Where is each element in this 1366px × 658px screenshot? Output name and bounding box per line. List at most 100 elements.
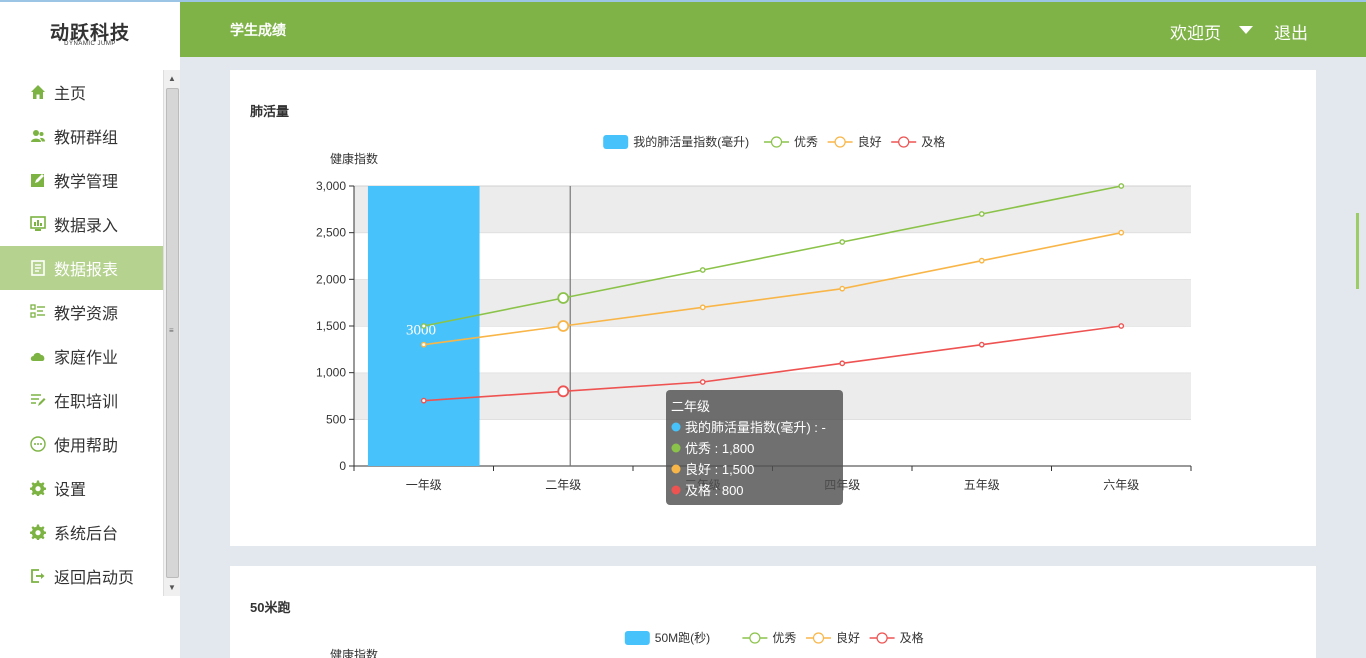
data-point — [839, 360, 846, 367]
sidebar-item-5[interactable]: 教学资源 — [0, 290, 163, 334]
logout-link[interactable]: 退出 — [1274, 19, 1308, 44]
sidebar-item-8[interactable]: 使用帮助 — [0, 422, 163, 466]
sidebar-item-label: 教学管理 — [54, 174, 119, 191]
welcome-link[interactable]: 欢迎页 — [1170, 19, 1221, 44]
legend-swatch-dot — [876, 632, 888, 644]
legend-label: 良好 — [858, 134, 882, 149]
legend-swatch-dot — [898, 136, 910, 148]
legend-label: 良好 — [836, 630, 860, 645]
sidebar-item-4[interactable]: 数据报表 — [0, 246, 163, 290]
sidebar-item-6[interactable]: 家庭作业 — [0, 334, 163, 378]
sidebar-item-label: 系统后台 — [54, 526, 119, 543]
legend-item-0: 50M跑(秒) — [624, 631, 710, 645]
y-tick-label: 3,000 — [316, 179, 346, 193]
legend-label: 及格 — [900, 630, 924, 645]
page-title: 学生成绩 — [230, 22, 286, 38]
top-header: 学生成绩 欢迎页 退出 — [180, 0, 1366, 57]
sidebar-item-label: 数据报表 — [54, 262, 119, 279]
legend-item-1: 优秀 — [764, 135, 818, 149]
data-point — [1118, 183, 1125, 189]
data-point — [557, 320, 570, 332]
tooltip-marker — [671, 443, 681, 453]
scroll-thumb[interactable]: ≡ — [166, 88, 179, 578]
y-axis-label: 健康指数 — [330, 647, 378, 658]
sidebar-item-1[interactable]: 教研群组 — [0, 114, 163, 158]
legend-item-3: 及格 — [891, 134, 945, 149]
exit-icon — [30, 568, 46, 584]
legend-swatch-dot — [812, 632, 825, 644]
data-point — [978, 341, 985, 348]
chart-tooltip: 二年级我的肺活量指数(毫升) : - 优秀 : 1,800 良好 : 1,500 及格… — [666, 390, 843, 505]
sidebar-item-label: 数据录入 — [54, 218, 119, 235]
legend-swatch-dot — [749, 632, 761, 644]
sidebar-item-7[interactable]: 在职培训 — [0, 378, 163, 422]
data-point — [420, 341, 427, 348]
legend-item-2: 良好 — [827, 134, 882, 149]
legend-label: 50M跑(秒) — [655, 631, 710, 645]
scroll-grip-icon: ≡ — [169, 326, 174, 335]
scroll-down-arrow-icon[interactable]: ▼ — [164, 579, 180, 596]
legend-swatch — [624, 631, 650, 645]
sidebar-item-9[interactable]: 设置 — [0, 466, 163, 510]
tooltip-row: 及格 : 800 — [685, 483, 744, 498]
sidebar: 动跃科技 DYNAMIC JUMP 主页教研群组教学管理数据录入数据报表教学资源… — [0, 0, 180, 658]
sidebar-item-label: 家庭作业 — [54, 350, 119, 367]
y-tick-label: 1,000 — [316, 366, 346, 380]
legend-item-2: 良好 — [806, 630, 860, 645]
tooltip-row: 良好 : 1,500 — [685, 462, 754, 477]
y-tick-label: 500 — [326, 412, 346, 426]
tooltip-marker — [671, 485, 681, 495]
data-point — [557, 385, 570, 398]
tooltip-row: 我的肺活量指数(毫升) : - — [685, 420, 826, 435]
y-tick-label: 2,000 — [316, 272, 346, 286]
sidebar-item-3[interactable]: 数据录入 — [0, 202, 163, 246]
lung-capacity-chart[interactable]: 我的肺活量指数(毫升) 优秀 良好 及格健康指数 0 500 1,000 1,500 2,000… — [230, 70, 1316, 546]
gear-icon — [30, 480, 46, 496]
scroll-up-arrow-icon[interactable]: ▲ — [164, 70, 180, 87]
legend-item-0: 我的肺活量指数(毫升) — [603, 134, 749, 149]
cloud-icon — [30, 348, 46, 364]
edit-icon — [30, 172, 46, 188]
legend-label: 优秀 — [794, 135, 818, 149]
data-point — [420, 397, 427, 404]
y-tick-label: 0 — [339, 459, 346, 473]
y-axis-label: 健康指数 — [330, 151, 378, 166]
legend-swatch-dot — [770, 136, 783, 148]
sidebar-item-10[interactable]: 系统后台 — [0, 510, 163, 554]
legend-item-1: 优秀 — [742, 631, 796, 645]
legend-label: 优秀 — [772, 631, 796, 645]
sidebar-item-11[interactable]: 返回启动页 — [0, 554, 163, 598]
data-point — [978, 257, 985, 264]
sidebar-scrollbar[interactable]: ▲ ≡ ▼ — [163, 70, 180, 596]
data-point — [699, 304, 706, 311]
page-scroll-indicator[interactable] — [1356, 213, 1359, 289]
sidebar-menu: 主页教研群组教学管理数据录入数据报表教学资源家庭作业在职培训使用帮助 设置系统后台… — [0, 70, 163, 598]
sidebar-item-label: 教研群组 — [54, 130, 119, 147]
lung-capacity-panel: 肺活量 我的肺活量指数(毫升) 优秀 良好 及格 健康指数 0 500 1,000 1,500 2… — [230, 70, 1316, 546]
logo: 动跃科技 DYNAMIC JUMP — [0, 2, 180, 60]
data-point — [978, 211, 985, 217]
chat-dots-icon — [30, 436, 46, 452]
data-point — [699, 267, 706, 273]
data-point — [839, 239, 846, 245]
gear-icon — [30, 524, 46, 540]
x-tick-label: 一年级 — [406, 478, 442, 492]
fifty-meter-run-chart[interactable]: 50M跑(秒) 优秀 良好 及格健康指数 — [230, 566, 1316, 658]
tooltip-marker — [671, 464, 681, 474]
sidebar-item-label: 在职培训 — [54, 394, 119, 411]
data-point — [699, 379, 706, 385]
data-point — [420, 323, 427, 329]
sidebar-item-label: 主页 — [54, 86, 87, 103]
legend-swatch-dot — [834, 136, 846, 148]
legend-swatch — [603, 135, 629, 149]
sidebar-item-0[interactable]: 主页 — [0, 70, 163, 114]
tooltip-row: 优秀 : 1,800 — [685, 441, 754, 456]
legend-label: 及格 — [921, 134, 945, 149]
dropdown-caret-icon[interactable] — [1239, 26, 1253, 34]
sidebar-item-label: 返回启动页 — [54, 570, 135, 587]
tooltip-marker — [671, 422, 681, 432]
sidebar-item-2[interactable]: 教学管理 — [0, 158, 163, 202]
data-point — [1118, 229, 1125, 236]
legend-label: 我的肺活量指数(毫升) — [633, 134, 749, 149]
list-icon — [30, 304, 46, 320]
